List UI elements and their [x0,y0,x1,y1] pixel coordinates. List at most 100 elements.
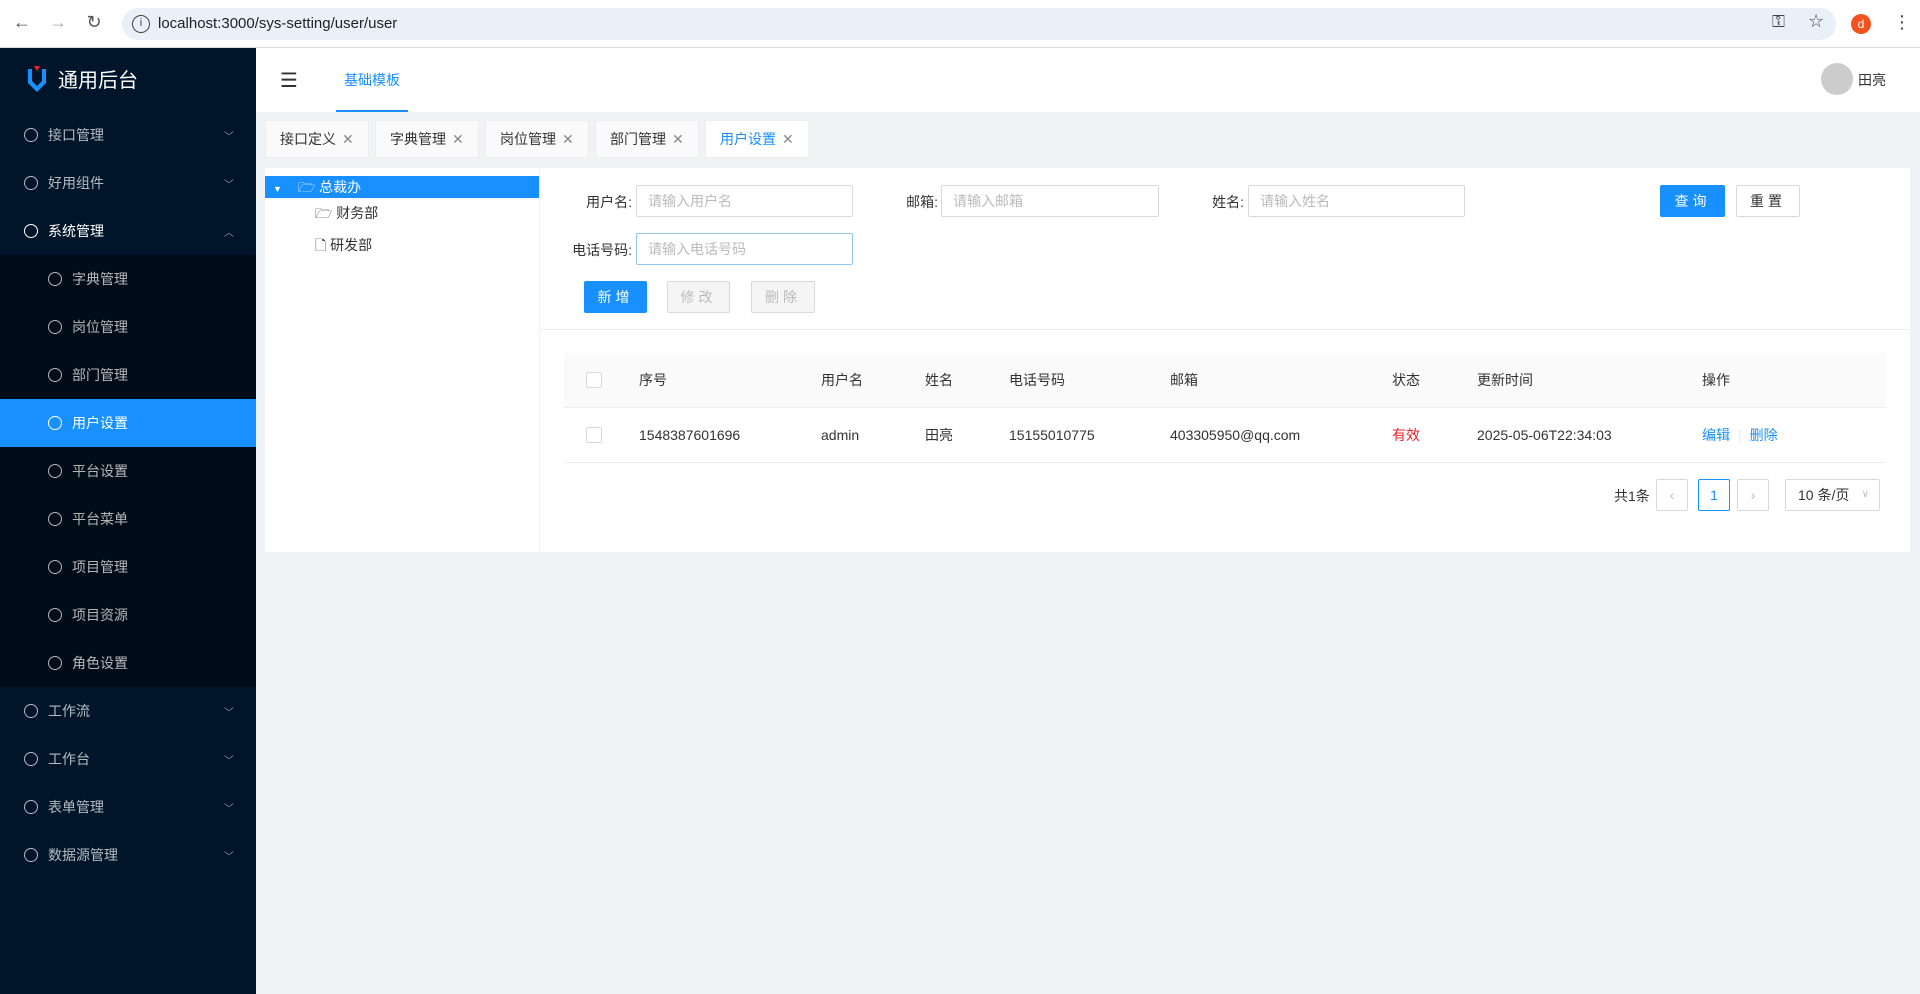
close-icon[interactable]: ✕ [342,131,354,148]
tree-node-label: 总裁办 [319,179,362,195]
divider [540,329,1910,330]
phone-label: 电话号码: [572,242,632,258]
menu-icon [48,560,62,574]
menu-icon [48,608,62,622]
sidebar-item-label: 平台菜单 [72,511,128,527]
tree-node-finance[interactable]: 🗁 财务部 [315,202,378,224]
menu-icon [48,368,62,382]
menu-icon [48,272,62,286]
sidebar-item-13[interactable]: 工作台 ﹀ [0,735,256,783]
sidebar-item-5[interactable]: 部门管理 [0,351,256,399]
close-icon[interactable]: ✕ [562,131,574,148]
sidebar-item-label: 工作台 [48,751,90,767]
cell-name: 田亮 [925,427,953,443]
logo: 通用后台 [26,64,138,93]
sidebar-item-8[interactable]: 平台菜单 [0,495,256,543]
user-avatar[interactable] [1821,63,1853,95]
key-icon[interactable]: ⚿ [1772,12,1785,32]
add-button[interactable]: 新增 [584,281,647,313]
close-icon[interactable]: ✕ [782,131,794,148]
folder-open-icon: 🗁 [297,179,316,195]
sidebar-item-1[interactable]: 好用组件 ﹀ [0,159,256,207]
cell-updated: 2025-05-06T22:34:03 [1477,427,1612,443]
logo-icon [28,65,46,92]
sidebar-item-4[interactable]: 岗位管理 [0,303,256,351]
tab-label: 接口定义 [280,131,336,147]
page-size-select[interactable]: 10 条/页 ∨ [1785,479,1880,511]
caret-down-icon[interactable]: ▼ [273,184,282,194]
sidebar-item-12[interactable]: 工作流 ﹀ [0,687,256,735]
sidebar-item-10[interactable]: 项目资源 [0,591,256,639]
prev-page-button[interactable]: ‹ [1656,479,1688,511]
address-bar[interactable]: i localhost:3000/sys-setting/user/user ⚿… [122,8,1836,40]
tab-label: 用户设置 [720,131,776,147]
cell-email: 403305950@qq.com [1170,427,1301,443]
sidebar-item-3[interactable]: 字典管理 [0,255,256,303]
select-all-checkbox[interactable] [586,372,602,388]
close-icon[interactable]: ✕ [452,131,464,148]
chevron-down-icon: ﹀ [224,131,234,143]
back-icon[interactable]: ← [10,12,34,33]
profile-avatar[interactable]: d [1851,14,1871,34]
user-name[interactable]: 田亮 [1858,70,1886,90]
tree-node-label: 财务部 [336,205,379,221]
username-input[interactable]: 请输入用户名 [636,185,853,217]
forward-icon[interactable]: → [46,12,70,33]
department-tree: ▼ 🗁 总裁办 🗁 财务部 🗋 研发部 [265,168,539,552]
tree-node-root[interactable]: ▼ 🗁 总裁办 [265,176,539,198]
query-button[interactable]: 查询 [1660,185,1725,217]
site-info-icon[interactable]: i [132,15,150,33]
name-input[interactable]: 请输入姓名 [1248,185,1465,217]
email-label: 邮箱: [906,194,938,210]
app-title: 通用后台 [58,70,138,92]
menu-icon [24,848,38,862]
tab-0[interactable]: 接口定义 ✕ [265,120,369,158]
sidebar-item-label: 工作流 [48,703,90,719]
collapse-menu-icon[interactable]: ☰ [280,68,298,93]
sidebar-item-14[interactable]: 表单管理 ﹀ [0,783,256,831]
phone-input[interactable]: 请输入电话号码 [636,233,853,265]
star-icon[interactable]: ☆ [1808,11,1824,32]
sidebar: 通用后台 接口管理 ﹀ 好用组件 ﹀ 系统管理 ︿ 字典管理 岗位管理 部门管理用户设置平台设置… [0,48,256,994]
sidebar-item-label: 系统管理 [48,223,104,239]
separator: | [1738,427,1742,443]
sidebar-item-9[interactable]: 项目管理 [0,543,256,591]
table-header [564,353,1886,408]
pagination-total: 共1条 [1614,488,1650,504]
tab-4[interactable]: 用户设置 ✕ [705,120,809,158]
chevron-down-icon: ∨ [1861,489,1869,500]
sidebar-item-label: 接口管理 [48,127,104,143]
close-icon[interactable]: ✕ [672,131,684,148]
edit-link[interactable]: 编辑 [1702,427,1730,443]
tab-1[interactable]: 字典管理 ✕ [375,120,479,158]
edit-button[interactable]: 修改 [667,281,730,313]
sidebar-item-2[interactable]: 系统管理 ︿ [0,207,256,255]
sidebar-item-label: 用户设置 [72,415,128,431]
more-icon[interactable]: ⋮ [1893,12,1911,33]
menu-icon [24,128,38,142]
menu-icon [24,224,38,238]
tab-basic-template[interactable]: 基础模板 [336,48,408,112]
tree-node-label: 研发部 [330,237,373,253]
sidebar-item-7[interactable]: 平台设置 [0,447,256,495]
chevron-up-icon: ︿ [224,227,234,239]
delete-link[interactable]: 删除 [1750,427,1778,443]
email-input[interactable]: 请输入邮箱 [941,185,1159,217]
delete-button[interactable]: 删除 [751,281,815,313]
sidebar-item-6[interactable]: 用户设置 [0,399,256,447]
tab-3[interactable]: 部门管理 ✕ [595,120,699,158]
sidebar-item-11[interactable]: 角色设置 [0,639,256,687]
tree-node-rd[interactable]: 🗋 研发部 [315,234,372,256]
sidebar-item-15[interactable]: 数据源管理 ﹀ [0,831,256,879]
row-checkbox[interactable] [586,427,602,443]
menu-icon [48,512,62,526]
reset-button[interactable]: 重置 [1736,185,1800,217]
sidebar-item-0[interactable]: 接口管理 ﹀ [0,111,256,159]
page-1-button[interactable]: 1 [1698,479,1730,511]
tab-2[interactable]: 岗位管理 ✕ [485,120,589,158]
next-page-button[interactable]: › [1737,479,1769,511]
column-header: 电话号码 [1009,372,1065,388]
column-header: 操作 [1702,372,1730,388]
column-header: 用户名 [821,372,863,388]
reload-icon[interactable]: ↻ [82,12,106,33]
